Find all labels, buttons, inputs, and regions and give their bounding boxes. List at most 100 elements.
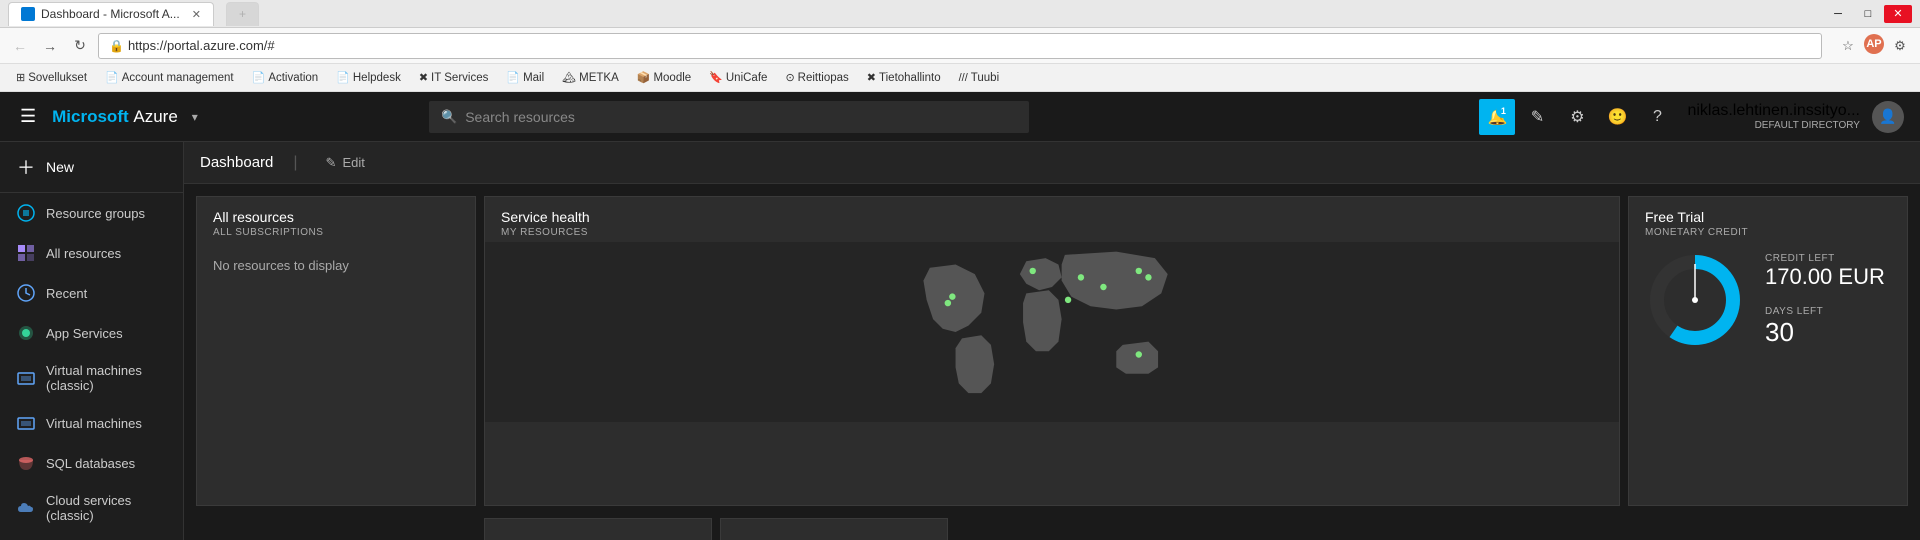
bookmark-tuubi[interactable]: /// Tuubi [951,70,1008,86]
all-resources-title: All resources [213,209,459,225]
sidebar: ＋ New Resource groups All resources Rec [0,142,184,540]
bookmark-sovellukset[interactable]: ⊞ Sovellukset [8,69,95,86]
help-button[interactable]: ? [1639,99,1675,135]
dashboard-header: Dashboard | ✎ Edit [184,142,1920,184]
sidebar-item-all-resources[interactable]: All resources [0,233,183,273]
azure-text: Azure [133,107,177,126]
bookmark-icon: 🔖 [709,71,723,84]
sidebar-label: Virtual machines [46,416,142,431]
help-support-tile[interactable]: Help + support [720,518,948,540]
sidebar-label: All resources [46,246,121,261]
no-resources-text: No resources to display [213,258,459,273]
days-section: DAYS LEFT 30 [1765,306,1885,348]
bookmark-label: Reittiopas [798,72,849,84]
days-value: 30 [1765,317,1885,348]
minimize-button[interactable]: ─ [1824,5,1852,23]
mail-icon: 📄 [506,71,520,84]
donut-container: CREDIT LEFT 170.00 EUR DAYS LEFT 30 [1629,242,1907,366]
sidebar-label: Recent [46,286,87,301]
edit-button[interactable]: ✎ Edit [318,151,373,175]
sidebar-item-recent[interactable]: Recent [0,273,183,313]
sidebar-label: Cloud services (classic) [46,493,167,523]
bookmark-metka[interactable]: 🏔 METKA [554,69,627,86]
credit-value: 170.00 EUR [1765,264,1885,290]
main-content: ＋ New Resource groups All resources Rec [0,142,1920,540]
bookmark-label: UniCafe [726,72,768,84]
service-health-title: Service health [501,209,1603,225]
all-resources-tile: All resources ALL SUBSCRIPTIONS No resou… [196,196,476,506]
apps-icon: ⊞ [16,71,25,84]
x-icon2: ✖ [867,71,876,84]
sidebar-item-vm-classic[interactable]: Virtual machines (classic) [0,353,183,403]
inactive-tab[interactable]: + [226,2,259,26]
feedback-button[interactable]: 🙂 [1599,99,1635,135]
user-profile-btn[interactable]: AP [1864,34,1884,54]
vm-classic-icon [16,368,36,388]
sql-icon [16,453,36,473]
bookmark-label: Moodle [653,72,691,84]
hamburger-menu-button[interactable]: ☰ [16,102,40,131]
marketplace-tile[interactable]: Marketplace [484,518,712,540]
bookmark-star[interactable]: ☆ [1836,34,1860,58]
all-resources-sub: ALL SUBSCRIPTIONS [213,227,459,238]
sidebar-item-sql[interactable]: SQL databases [0,443,183,483]
search-placeholder: Search resources [465,109,575,125]
search-box[interactable]: 🔍 Search resources [429,101,1029,133]
user-name: niklas.lehtinen.inssityo... [1687,102,1860,120]
forward-button[interactable]: → [38,34,62,58]
settings-btn[interactable]: ⚙ [1888,34,1912,58]
settings-button[interactable]: ⚙ [1559,99,1595,135]
reload-button[interactable]: ↻ [68,34,92,58]
service-health-sub: MY RESOURCES [501,227,1603,238]
active-tab[interactable]: Dashboard - Microsoft A... ✕ [8,2,214,26]
recent-icon [16,283,36,303]
sidebar-item-vm[interactable]: Virtual machines [0,403,183,443]
url-bar[interactable]: 🔒 https://portal.azure.com/# [98,33,1822,59]
bookmark-label: Sovellukset [28,72,87,84]
inactive-tab-label: + [239,7,246,21]
nav-actions: 🔔 1 ✎ ⚙ 🙂 ? niklas.lehtinen.inssityo... … [1479,99,1904,135]
sidebar-label: Virtual machines (classic) [46,363,167,393]
service-health-tile: Service health MY RESOURCES [484,196,1620,506]
close-button[interactable]: ✕ [1884,5,1912,23]
user-avatar[interactable]: 👤 [1872,101,1904,133]
tab-favicon [21,7,35,21]
credit-donut-chart [1645,250,1745,350]
bookmark-tietohallinto[interactable]: ✖ Tietohallinto [859,69,949,86]
sidebar-item-resource-groups[interactable]: Resource groups [0,193,183,233]
new-button[interactable]: ＋ New [0,142,183,193]
bookmark-label: Activation [268,72,318,84]
app-services-icon [16,323,36,343]
edit-label: Edit [342,155,364,170]
free-trial-header: Free Trial MONETARY CREDIT [1629,197,1907,242]
bookmark-activation[interactable]: 📄 Activation [244,69,327,86]
bookmark-mail[interactable]: 📄 Mail [498,69,552,86]
bookmark-account-mgmt[interactable]: 📄 Account management [97,69,242,86]
bookmark-reittiopas[interactable]: ⊙ Reittiopas [777,69,856,86]
sidebar-item-cloud[interactable]: Cloud services (classic) [0,483,183,533]
back-button[interactable]: ← [8,34,32,58]
box-icon: 📦 [637,71,651,84]
bookmark-label: METKA [579,72,619,84]
sidebar-label: SQL databases [46,456,135,471]
user-info[interactable]: niklas.lehtinen.inssityo... DEFAULT DIRE… [1687,102,1860,131]
bookmark-moodle[interactable]: 📦 Moodle [629,69,699,86]
notification-badge: 1 [1496,104,1510,118]
bookmark-unicafe[interactable]: 🔖 UniCafe [701,69,775,86]
days-label: DAYS LEFT [1765,306,1885,317]
credit-info: CREDIT LEFT 170.00 EUR DAYS LEFT 30 [1765,253,1885,348]
edit-dashboard-button[interactable]: ✎ [1519,99,1555,135]
resource-groups-icon [16,203,36,223]
bookmark-label: IT Services [431,72,488,84]
maximize-button[interactable]: □ [1854,5,1882,23]
bookmark-helpdesk[interactable]: 📄 Helpdesk [328,69,409,86]
tab-close-button[interactable]: ✕ [192,8,201,21]
cloud-icon [16,498,36,518]
azure-logo: Microsoft Azure [52,107,178,127]
sidebar-item-app-services[interactable]: App Services [0,313,183,353]
bookmark-label: Mail [523,72,544,84]
bookmark-it-services[interactable]: ✖ IT Services [411,69,497,86]
notifications-button[interactable]: 🔔 1 [1479,99,1515,135]
url-text: https://portal.azure.com/# [128,38,275,53]
azure-chevron-icon: ▾ [192,110,198,124]
